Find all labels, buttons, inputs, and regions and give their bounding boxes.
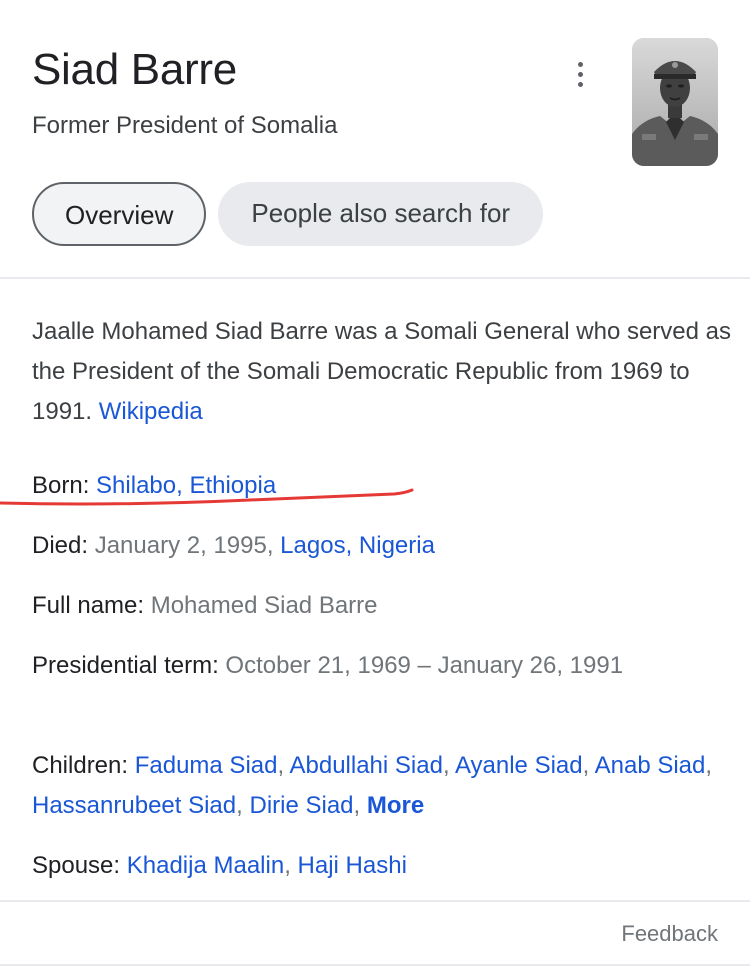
fact-label: Children:: [32, 752, 129, 779]
child-link[interactable]: Anab Siad: [595, 752, 706, 779]
children-more-link[interactable]: More: [367, 792, 424, 819]
bottom-divider: [0, 964, 750, 966]
child-link[interactable]: Ayanle Siad: [455, 752, 583, 779]
feedback-link[interactable]: Feedback: [621, 916, 718, 952]
child-link[interactable]: Abdullahi Siad: [289, 752, 442, 779]
child-link[interactable]: Hassanrubeet Siad: [32, 792, 236, 819]
red-underline-annotation: [0, 488, 414, 506]
tab-bar: Overview People also search for: [32, 182, 544, 246]
footer-divider: [0, 900, 750, 902]
fact-presidential-term: Presidential term: October 21, 1969 – Ja…: [32, 646, 672, 686]
tab-overview[interactable]: Overview: [32, 182, 207, 246]
wikipedia-link[interactable]: Wikipedia: [99, 398, 203, 425]
portrait-image[interactable]: [632, 38, 718, 166]
fact-full-name: Full name: Mohamed Siad Barre: [32, 586, 722, 626]
fact-label: Died:: [32, 532, 89, 559]
spouse-link[interactable]: Haji Hashi: [298, 852, 407, 879]
full-name-value: Mohamed Siad Barre: [150, 592, 378, 619]
more-vert-icon[interactable]: [566, 56, 594, 92]
portrait-photo-icon: [632, 38, 718, 166]
section-divider: [0, 277, 750, 279]
died-place-link[interactable]: Lagos, Nigeria: [280, 532, 435, 559]
fact-died: Died: January 2, 1995, Lagos, Nigeria: [32, 526, 722, 566]
fact-children: Children: Faduma Siad, Abdullahi Siad, A…: [32, 752, 713, 819]
page-title: Siad Barre: [32, 45, 237, 94]
term-value: October 21, 1969 – January 26, 1991: [225, 652, 624, 679]
menu-dot: [577, 61, 583, 67]
tab-people-also-search-for[interactable]: People also search for: [218, 182, 544, 246]
spouse-link[interactable]: Khadija Maalin: [127, 852, 284, 879]
fact-spouse: Spouse: Khadija Maalin, Haji Hashi: [32, 852, 407, 879]
fact-label: Full name:: [32, 592, 145, 619]
menu-dot: [577, 81, 583, 87]
died-date: January 2, 1995,: [94, 532, 274, 559]
menu-dot: [577, 71, 583, 77]
description: Jaalle Mohamed Siad Barre was a Somali G…: [32, 312, 732, 432]
child-link[interactable]: Faduma Siad: [135, 752, 278, 779]
fact-label: Spouse:: [32, 852, 121, 879]
page-subtitle: Former President of Somalia: [32, 112, 338, 139]
child-link[interactable]: Dirie Siad: [249, 792, 353, 819]
fact-label: Presidential term:: [32, 652, 219, 679]
